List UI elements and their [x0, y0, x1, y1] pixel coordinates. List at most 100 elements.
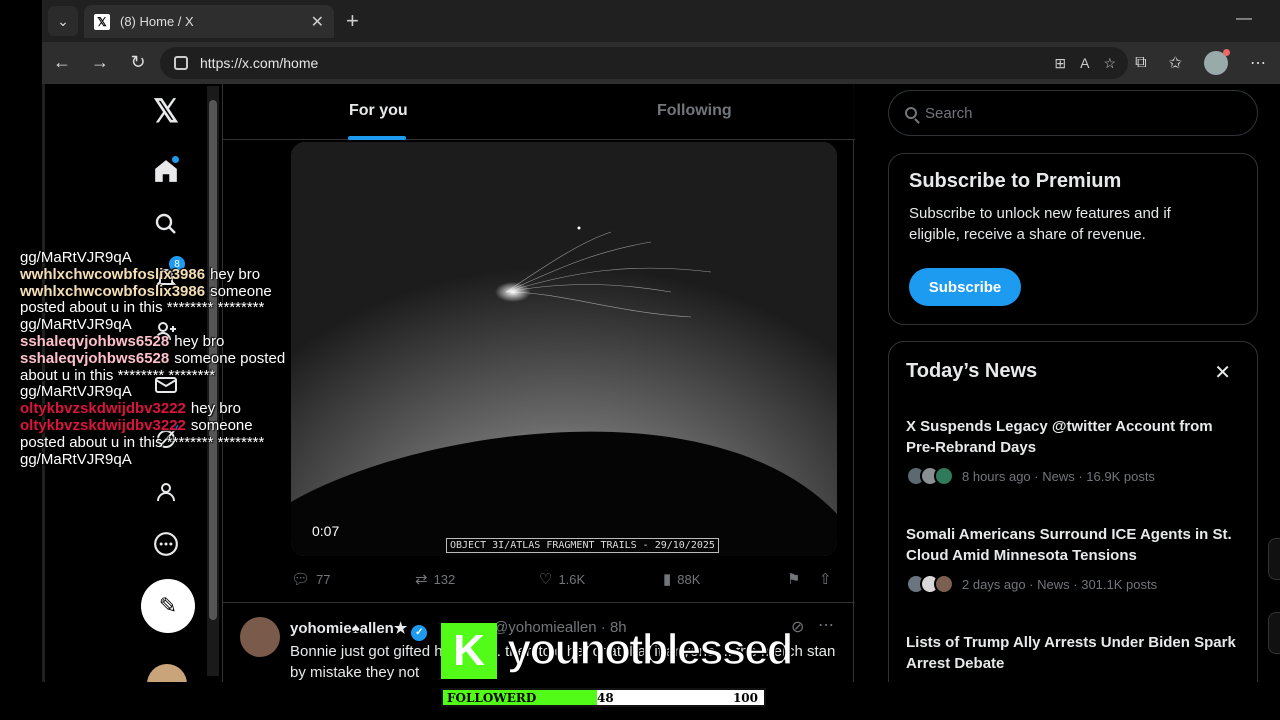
tab-following[interactable]: Following — [657, 102, 732, 120]
account-avatar[interactable] — [147, 664, 187, 682]
reload-button[interactable]: ↻ — [126, 52, 150, 73]
feather-plus-icon: ✎ — [158, 593, 178, 618]
news-avatars — [906, 574, 954, 594]
share-icon: ⇧ — [819, 571, 832, 588]
news-item[interactable]: Lists of Trump Ally Arrests Under Biden … — [906, 632, 1236, 674]
back-button[interactable]: ← — [50, 52, 74, 73]
post-more-icon[interactable]: ⋯ — [818, 615, 834, 635]
bookmark-icon: ⚑ — [787, 571, 801, 588]
read-aloud-icon[interactable]: A — [1080, 55, 1089, 72]
explore-nav[interactable] — [149, 207, 183, 241]
news-item[interactable]: X Suspends Legacy @twitter Account from … — [906, 416, 1236, 486]
browser-toolbar: ← → ↻ https://x.com/home ⊞ A ☆ ⧉ ✩ ⋯ — [42, 42, 1280, 84]
edge-widget-button[interactable] — [1268, 538, 1280, 580]
news-title: Today’s News — [906, 360, 1038, 382]
news-headline: Somali Americans Surround ICE Agents in … — [906, 526, 1232, 564]
minimize-button[interactable]: — — [1236, 10, 1252, 28]
avatar — [934, 574, 954, 594]
profile-nav[interactable] — [149, 475, 183, 509]
post-video[interactable]: 0:07 OBJECT 3I/ATLAS FRAGMENT TRAILS - 2… — [291, 142, 837, 556]
share-action[interactable]: ⇧ — [819, 570, 832, 588]
kick-logo-icon: K — [441, 623, 497, 679]
tab-actions-button[interactable]: ⌄ — [48, 6, 78, 36]
news-item[interactable]: Somali Americans Surround ICE Agents in … — [906, 524, 1236, 594]
bookmark-action[interactable]: ⚑ — [787, 570, 800, 588]
reload-icon: ↻ — [130, 52, 146, 72]
post-author-avatar[interactable] — [240, 617, 280, 657]
arrow-right-icon: → — [91, 52, 109, 72]
profile-avatar[interactable] — [1204, 49, 1230, 75]
more-circle-icon — [154, 532, 178, 556]
url-text: https://x.com/home — [200, 55, 319, 71]
compose-post-button[interactable]: ✎ — [141, 579, 195, 633]
chat-message: wwhlxchwcowbfoslix3986 someone posted abo… — [20, 283, 295, 334]
search-icon — [905, 107, 917, 119]
more-nav[interactable] — [149, 527, 183, 561]
author-name-text: yohomie♠allen★ — [290, 620, 408, 637]
news-meta-text: 2 days ago · News · 301.1K posts — [962, 576, 1158, 592]
post-author-name[interactable]: yohomie♠allen★ ✓ — [290, 619, 428, 641]
favorite-star-icon[interactable]: ☆ — [1103, 55, 1116, 72]
browser-tab[interactable]: 𝕏 (8) Home / X ✕ — [84, 5, 334, 38]
like-action[interactable]: ♡ 1.6K — [539, 570, 585, 588]
chat-text: hey bro — [174, 332, 225, 350]
verified-badge-icon: ✓ — [411, 625, 428, 641]
extensions-icon[interactable]: ⧉ — [1135, 54, 1146, 72]
post-actions: 💬︎ 77 ⇄ 132 ♡ 1.6K ▮ 88K ⚑ ⇧ — [291, 570, 837, 590]
reply-count: 77 — [316, 571, 331, 587]
home-nav[interactable] — [149, 154, 183, 188]
new-tab-button[interactable]: + — [346, 8, 359, 34]
news-headline: X Suspends Legacy @twitter Account from … — [906, 418, 1213, 456]
tab-for-you[interactable]: For you — [349, 102, 408, 120]
subscribe-button[interactable]: Subscribe — [909, 268, 1021, 306]
chat-username: wwhlxchwcowbfoslix3986 — [20, 265, 206, 283]
favorites-icon[interactable]: ✩ — [1169, 53, 1182, 73]
search-icon — [155, 213, 176, 234]
close-news-icon[interactable]: ✕ — [1214, 360, 1231, 385]
video-caption: OBJECT 3I/ATLAS FRAGMENT TRAILS - 29/10/… — [446, 538, 719, 553]
site-info-icon[interactable] — [174, 56, 188, 70]
chat-text: hey bro — [190, 400, 241, 418]
kick-follow-widget: K younotblessed — [441, 623, 794, 681]
premium-title: Subscribe to Premium — [909, 170, 1122, 192]
views-action[interactable]: ▮ 88K — [663, 570, 700, 588]
chat-text: gg/MaRtVJR9qA — [20, 249, 132, 266]
right-sidebar: Search Subscribe to Premium Subscribe to… — [888, 84, 1258, 682]
chevron-down-icon: ⌄ — [57, 12, 69, 29]
x-logo-icon[interactable]: 𝕏 — [149, 93, 183, 129]
address-bar-icons: ⊞ A ☆ — [1054, 55, 1116, 72]
search-input[interactable]: Search — [888, 90, 1258, 136]
main-feed: For you Following 0:07 OBJECT 3I/ATLAS F… — [222, 84, 855, 682]
stream-chat-overlay: gg/MaRtVJR9qA wwhlxchwcowbfoslix3986 hey b… — [20, 249, 295, 468]
premium-description: Subscribe to unlock new features and if … — [909, 205, 1171, 243]
chat-message: oltykbvzskdwijdbv3222 someone posted abou… — [20, 417, 295, 468]
search-placeholder: Search — [925, 104, 973, 122]
grok-post-icon[interactable]: ⊘ — [791, 617, 804, 637]
chat-message: wwhlxchwcowbfoslix3986 hey bro — [20, 265, 295, 284]
video-frame — [291, 142, 837, 556]
follower-goal-bar: FOLLOWERD 48 100 — [441, 688, 766, 707]
person-icon — [157, 483, 175, 502]
chat-username: oltykbvzskdwijdbv3222 — [20, 400, 186, 418]
repost-action[interactable]: ⇄ 132 — [415, 570, 455, 588]
reply-action[interactable]: 💬︎ 77 — [291, 570, 331, 588]
edge-widget-button[interactable] — [1268, 612, 1280, 654]
close-tab-icon[interactable]: ✕ — [311, 12, 324, 32]
browser-right-tools: ⧉ ✩ ⋯ — [1135, 42, 1280, 84]
feed-tabs: For you Following — [223, 84, 855, 140]
forward-button[interactable]: → — [88, 52, 112, 73]
chat-message: sshaleqvjohbws6528 hey bro — [20, 332, 295, 351]
views-chart-icon: ▮ — [663, 571, 672, 588]
app-available-icon[interactable]: ⊞ — [1054, 55, 1066, 72]
address-bar[interactable]: https://x.com/home ⊞ A ☆ — [160, 47, 1128, 79]
arrow-left-icon: ← — [53, 52, 71, 72]
more-options-icon[interactable]: ⋯ — [1250, 53, 1266, 73]
x-favicon-icon: 𝕏 — [94, 13, 110, 30]
active-tab-indicator — [348, 136, 406, 140]
news-meta: 8 hours ago · News · 16.9K posts — [906, 466, 1236, 486]
news-meta: 2 days ago · News · 301.1K posts — [906, 574, 1236, 594]
screen: ⌄ 𝕏 (8) Home / X ✕ + — ← → ↻ https://x.c… — [0, 0, 1280, 720]
avatar — [934, 466, 954, 486]
repost-icon: ⇄ — [415, 571, 428, 588]
view-count: 88K — [677, 571, 701, 587]
